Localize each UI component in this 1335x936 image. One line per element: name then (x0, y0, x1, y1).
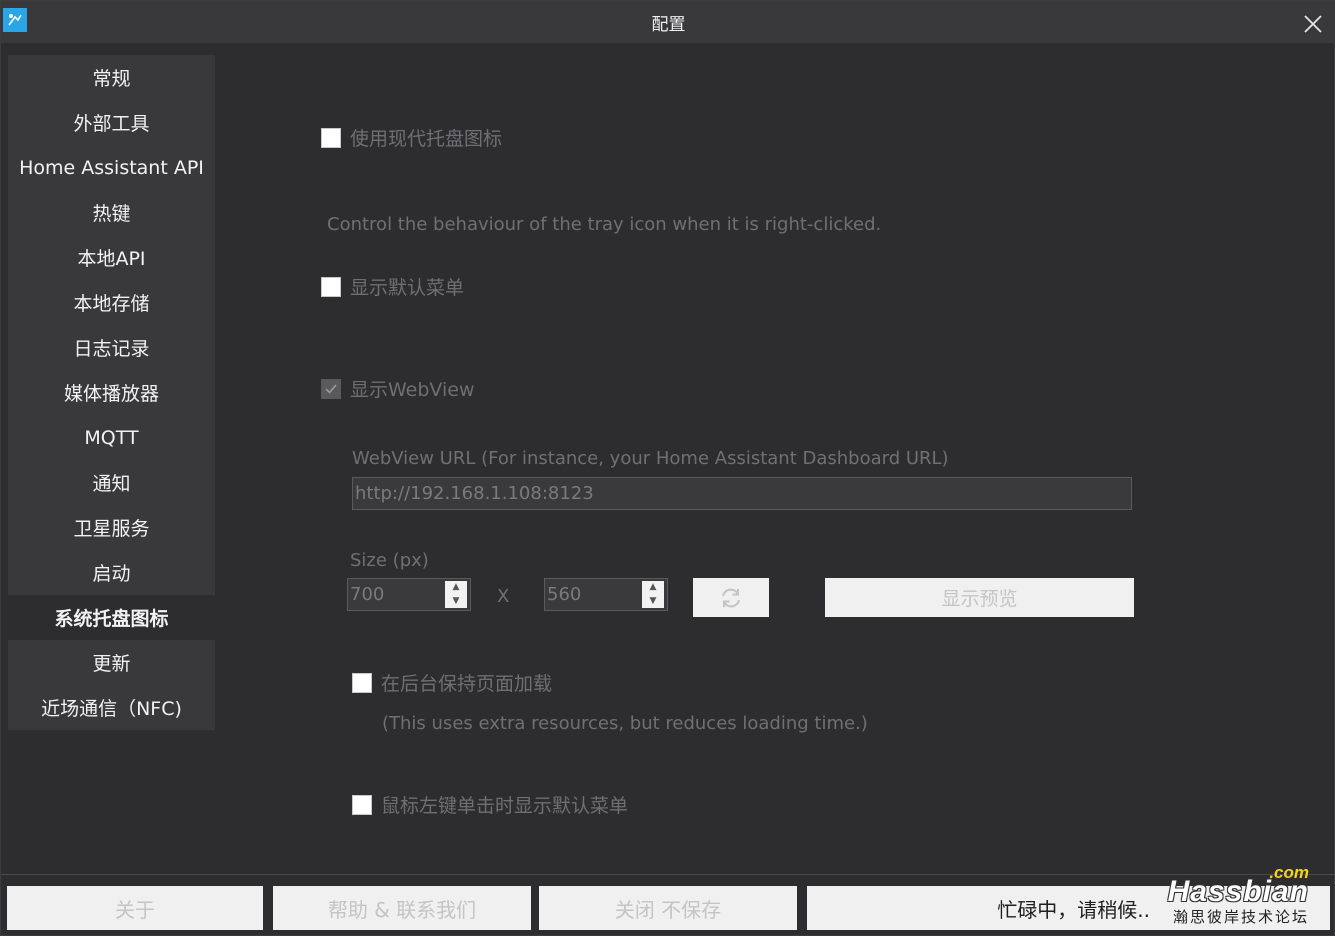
sidebar-item-general[interactable]: 常规 (8, 55, 215, 100)
sidebar-item-external-tools[interactable]: 外部工具 (8, 100, 215, 145)
height-value: 560 (547, 584, 582, 605)
show-default-menu-checkbox[interactable]: 显示默认菜单 (321, 273, 464, 300)
modern-tray-icon-checkbox[interactable]: 使用现代托盘图标 (321, 124, 502, 151)
show-webview-label: 显示WebView (350, 379, 475, 401)
sidebar-item-logging[interactable]: 日志记录 (8, 325, 215, 370)
chevron-down-icon[interactable]: ▼ (445, 595, 467, 609)
checkmark-icon (325, 383, 337, 394)
checkbox-box[interactable] (352, 794, 372, 815)
settings-sidebar: 常规 外部工具 Home Assistant API 热键 本地API 本地存储… (8, 55, 215, 730)
keep-loaded-label: 在后台保持页面加载 (381, 673, 553, 695)
size-label: Size (px) (350, 550, 429, 571)
sidebar-item-ha-api[interactable]: Home Assistant API (8, 145, 215, 190)
checkbox-box-checked[interactable] (321, 378, 341, 399)
keep-loaded-checkbox[interactable]: 在后台保持页面加载 (352, 669, 552, 696)
sidebar-item-nfc[interactable]: 近场通信（NFC) (8, 685, 215, 730)
sidebar-item-hotkeys[interactable]: 热键 (8, 190, 215, 235)
config-window: 配置 常规 外部工具 Home Assistant API 热键 本地API 本… (0, 0, 1335, 936)
leftclick-menu-label: 鼠标左键单击时显示默认菜单 (381, 795, 629, 817)
watermark-subtitle: 瀚思彼岸技术论坛 (1172, 908, 1309, 926)
height-spinbox[interactable]: 560 ▲ ▼ (544, 578, 668, 611)
keep-loaded-note: (This uses extra resources, but reduces … (382, 713, 868, 734)
sidebar-item-local-api[interactable]: 本地API (8, 235, 215, 280)
width-value: 700 (350, 584, 385, 605)
title-bar: 配置 (1, 1, 1335, 43)
sidebar-item-mqtt[interactable]: MQTT (8, 415, 215, 460)
sidebar-item-notifications[interactable]: 通知 (8, 460, 215, 505)
watermark-brand: Hassbian (1167, 875, 1309, 908)
tray-icon-settings-panel: 使用现代托盘图标 Control the behaviour of the tr… (217, 53, 1329, 873)
close-without-saving-button[interactable]: 关闭 不保存 (539, 886, 797, 930)
reset-size-button[interactable] (693, 578, 769, 617)
chevron-up-icon[interactable]: ▲ (445, 581, 467, 595)
chevron-up-icon[interactable]: ▲ (642, 581, 664, 595)
window-title: 配置 (651, 15, 686, 35)
height-stepper[interactable]: ▲ ▼ (642, 581, 664, 608)
webview-url-label: WebView URL (For instance, your Home Ass… (352, 448, 949, 469)
footer-divider (1, 874, 1335, 875)
webview-url-input[interactable] (352, 477, 1132, 510)
sidebar-item-updates[interactable]: 更新 (8, 640, 215, 685)
show-webview-checkbox[interactable]: 显示WebView (321, 375, 475, 402)
sidebar-item-startup[interactable]: 启动 (8, 550, 215, 595)
close-icon[interactable] (1300, 11, 1326, 37)
width-stepper[interactable]: ▲ ▼ (445, 581, 467, 608)
rightclick-description: Control the behaviour of the tray icon w… (327, 214, 882, 235)
about-button[interactable]: 关于 (7, 886, 263, 930)
checkbox-box[interactable] (352, 672, 372, 693)
sidebar-item-local-storage[interactable]: 本地存储 (8, 280, 215, 325)
sidebar-item-satellite[interactable]: 卫星服务 (8, 505, 215, 550)
size-separator: X (497, 586, 510, 607)
sidebar-item-media-player[interactable]: 媒体播放器 (8, 370, 215, 415)
width-spinbox[interactable]: 700 ▲ ▼ (347, 578, 471, 611)
show-preview-button[interactable]: 显示预览 (825, 578, 1134, 617)
sidebar-item-tray-icon[interactable]: 系统托盘图标 (8, 595, 215, 640)
leftclick-menu-checkbox[interactable]: 鼠标左键单击时显示默认菜单 (352, 791, 628, 818)
help-contact-button[interactable]: 帮助 & 联系我们 (273, 886, 531, 930)
watermark-logo: .com Hassbian 瀚思彼岸技术论坛 (1168, 863, 1309, 927)
show-default-menu-label: 显示默认菜单 (350, 277, 465, 299)
modern-tray-icon-label: 使用现代托盘图标 (350, 128, 503, 150)
checkbox-box[interactable] (321, 127, 341, 148)
chevron-down-icon[interactable]: ▼ (642, 595, 664, 609)
refresh-icon (722, 588, 740, 607)
checkbox-box[interactable] (321, 276, 341, 297)
